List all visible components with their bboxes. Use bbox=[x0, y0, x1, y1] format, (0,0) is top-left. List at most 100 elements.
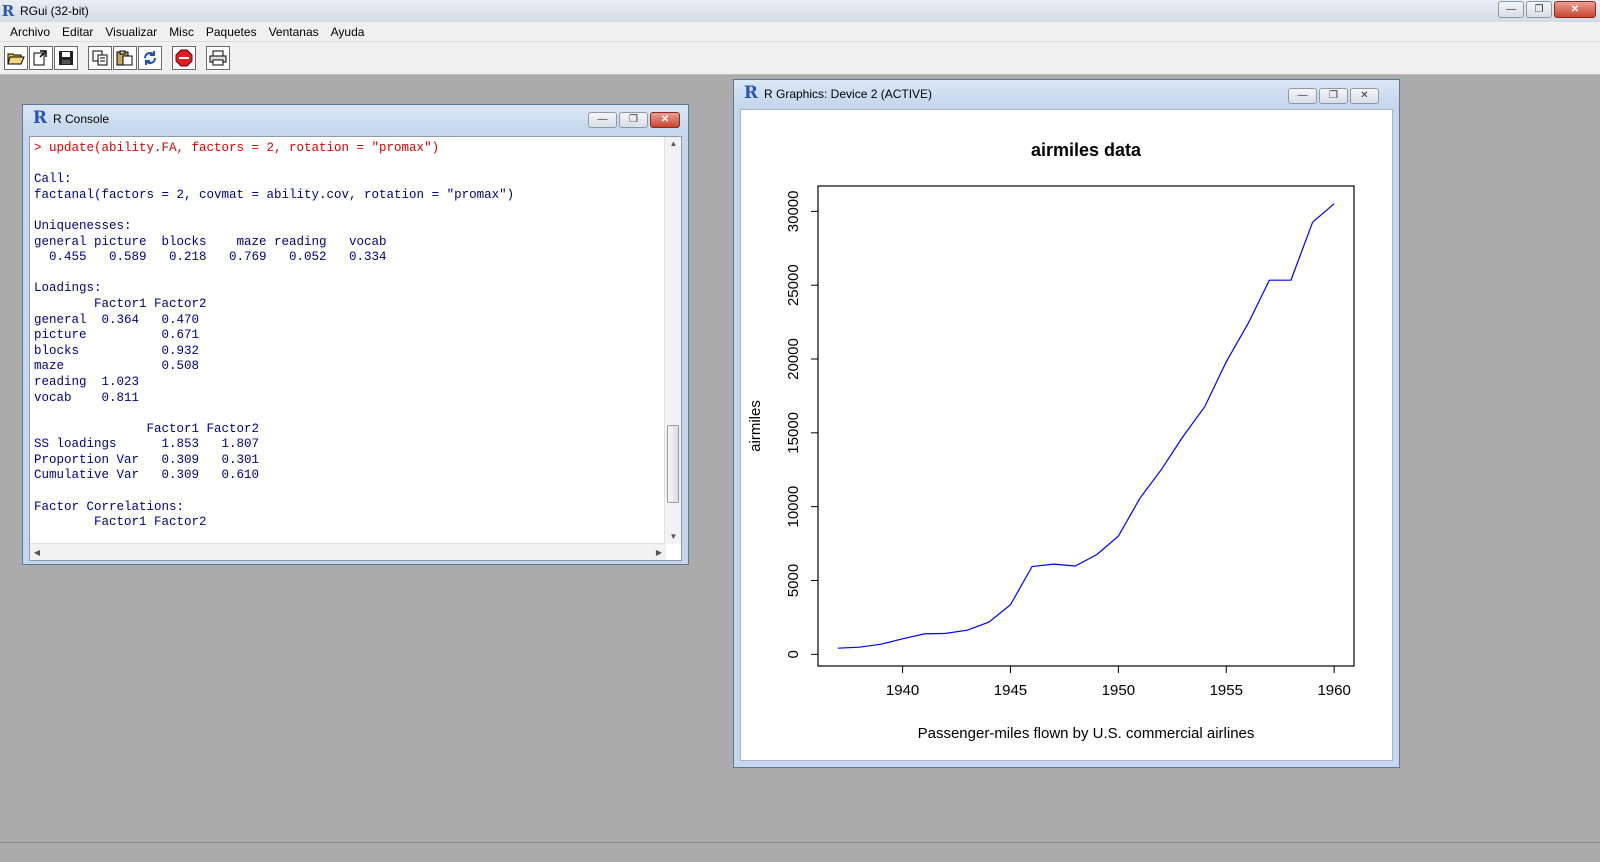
toolbar bbox=[0, 42, 1600, 75]
graphics-window-controls: — ❐ ✕ bbox=[1288, 88, 1379, 104]
menu-ventanas[interactable]: Ventanas bbox=[263, 25, 325, 39]
console-line: vocab 0.811 bbox=[34, 390, 207, 405]
x-tick-label: 1945 bbox=[994, 682, 1027, 699]
console-line: Factor1 Factor2 bbox=[34, 421, 260, 436]
load-workspace-button[interactable] bbox=[29, 46, 53, 70]
console-line: SS loadings 1.853 1.807 bbox=[34, 437, 260, 452]
graphics-restore-button[interactable]: ❐ bbox=[1319, 88, 1348, 104]
copy-paste-icon bbox=[144, 51, 156, 65]
close-button[interactable]: ✕ bbox=[1554, 1, 1596, 18]
graphics-close-button[interactable]: ✕ bbox=[1350, 88, 1379, 104]
scroll-left-arrow-icon[interactable]: ◀ bbox=[30, 544, 44, 561]
close-icon: ✕ bbox=[1570, 3, 1580, 15]
console-line: Factor Correlations: bbox=[34, 499, 185, 514]
console-line: picture 0.671 bbox=[34, 328, 207, 343]
print-icon bbox=[209, 50, 227, 66]
menu-misc[interactable]: Misc bbox=[163, 25, 200, 39]
console-horizontal-scrollbar[interactable]: ◀ ▶ bbox=[30, 543, 666, 560]
menu-ayuda[interactable]: Ayuda bbox=[325, 25, 371, 39]
y-tick-label: 0 bbox=[785, 650, 802, 658]
console-minimize-button[interactable]: — bbox=[588, 112, 617, 128]
paste-button[interactable] bbox=[113, 46, 137, 70]
console-line: Loadings: bbox=[34, 281, 102, 296]
stop-icon bbox=[175, 49, 193, 67]
minimize-icon: — bbox=[597, 114, 608, 125]
console-line: maze 0.508 bbox=[34, 359, 207, 374]
x-axis-label: Passenger-miles flown by U.S. commercial… bbox=[918, 725, 1255, 742]
console-title-bar[interactable]: R R Console — ❐ ✕ bbox=[23, 105, 688, 133]
graphics-canvas: airmiles data Passenger-miles flown by U.… bbox=[740, 109, 1393, 761]
console-text[interactable]: > update(ability.FA, factors = 2, rotati… bbox=[34, 141, 659, 541]
plot-frame bbox=[817, 185, 1355, 667]
y-tick-label: 25000 bbox=[785, 264, 802, 306]
x-tick-label: 1955 bbox=[1210, 682, 1243, 699]
console-line: blocks 0.932 bbox=[34, 343, 207, 358]
mdi-background-strip bbox=[0, 842, 1600, 862]
menu-archivo[interactable]: Archivo bbox=[4, 25, 56, 39]
minimize-icon: — bbox=[1506, 3, 1516, 15]
load-workspace-icon bbox=[33, 50, 47, 66]
console-vertical-scrollbar[interactable]: ▲ ▼ bbox=[664, 137, 681, 544]
r-console-window[interactable]: R R Console — ❐ ✕ > update(ability.FA, f… bbox=[22, 104, 689, 565]
r-graphics-window[interactable]: R R Graphics: Device 2 (ACTIVE) — ❐ ✕ ai… bbox=[733, 79, 1400, 768]
airmiles-chart: airmiles data Passenger-miles flown by U.… bbox=[747, 140, 1355, 742]
graphics-minimize-button[interactable]: — bbox=[1288, 88, 1317, 104]
console-window-controls: — ❐ ✕ bbox=[588, 112, 680, 128]
scroll-up-arrow-icon[interactable]: ▲ bbox=[665, 137, 682, 151]
console-output-area[interactable]: > update(ability.FA, factors = 2, rotati… bbox=[29, 136, 682, 561]
console-line: Call: bbox=[34, 172, 72, 187]
restore-icon: ❐ bbox=[1534, 3, 1544, 15]
minimize-button[interactable]: — bbox=[1498, 1, 1524, 18]
graphics-title-bar[interactable]: R R Graphics: Device 2 (ACTIVE) — ❐ ✕ bbox=[734, 80, 1399, 108]
print-button[interactable] bbox=[206, 46, 230, 70]
console-line: reading 1.023 bbox=[34, 374, 207, 389]
save-workspace-button[interactable] bbox=[54, 46, 78, 70]
open-script-icon bbox=[7, 53, 25, 65]
console-line: Cumulative Var 0.309 0.610 bbox=[34, 468, 260, 483]
console-scroll-thumb[interactable] bbox=[667, 425, 679, 503]
console-line: 0.455 0.589 0.218 0.769 0.052 0.334 bbox=[34, 250, 395, 265]
menu-editar[interactable]: Editar bbox=[56, 25, 99, 39]
console-line: factanal(factors = 2, covmat = ability.c… bbox=[34, 187, 515, 202]
save-workspace-icon bbox=[59, 51, 73, 65]
r-logo-icon: R bbox=[32, 108, 48, 128]
menu-visualizar[interactable]: Visualizar bbox=[99, 25, 163, 39]
stop-button[interactable] bbox=[172, 46, 196, 70]
console-line: Uniquenesses: bbox=[34, 218, 132, 233]
minimize-icon: — bbox=[1297, 90, 1308, 101]
console-close-button[interactable]: ✕ bbox=[650, 112, 680, 128]
console-line: Factor1 Factor2 bbox=[34, 515, 207, 530]
console-restore-button[interactable]: ❐ bbox=[619, 112, 648, 128]
copy-paste-button[interactable] bbox=[138, 46, 162, 70]
app-title-bar: R RGui (32-bit) — ❐ ✕ bbox=[0, 0, 1600, 22]
console-line: general 0.364 0.470 bbox=[34, 312, 207, 327]
menu-bar: Archivo Editar Visualizar Misc Paquetes … bbox=[0, 22, 1600, 42]
y-tick-label: 30000 bbox=[785, 191, 802, 233]
open-script-button[interactable] bbox=[4, 46, 28, 70]
x-tick-label: 1960 bbox=[1317, 682, 1350, 699]
series-line-airmiles bbox=[837, 203, 1335, 649]
copy-icon bbox=[92, 50, 108, 66]
scroll-down-arrow-icon[interactable]: ▼ bbox=[665, 530, 682, 544]
app-title: RGui (32-bit) bbox=[20, 4, 89, 18]
x-tick-label: 1950 bbox=[1102, 682, 1135, 699]
close-icon: ✕ bbox=[660, 114, 670, 125]
console-line: general picture blocks maze reading voca… bbox=[34, 234, 395, 249]
menu-paquetes[interactable]: Paquetes bbox=[200, 25, 263, 39]
restore-button[interactable]: ❐ bbox=[1526, 1, 1552, 18]
chart-title: airmiles data bbox=[1031, 140, 1142, 160]
x-tick-label: 1940 bbox=[886, 682, 919, 699]
console-line: Proportion Var 0.309 0.301 bbox=[34, 452, 260, 467]
paste-icon bbox=[116, 50, 133, 66]
close-icon: ✕ bbox=[1360, 90, 1369, 101]
console-line: Factor1 Factor2 bbox=[34, 296, 207, 311]
restore-icon: ❐ bbox=[1329, 90, 1338, 101]
y-tick-label: 10000 bbox=[785, 486, 802, 528]
scroll-right-arrow-icon[interactable]: ▶ bbox=[652, 544, 666, 561]
copy-button[interactable] bbox=[88, 46, 112, 70]
app-window-controls: — ❐ ✕ bbox=[1498, 1, 1596, 18]
